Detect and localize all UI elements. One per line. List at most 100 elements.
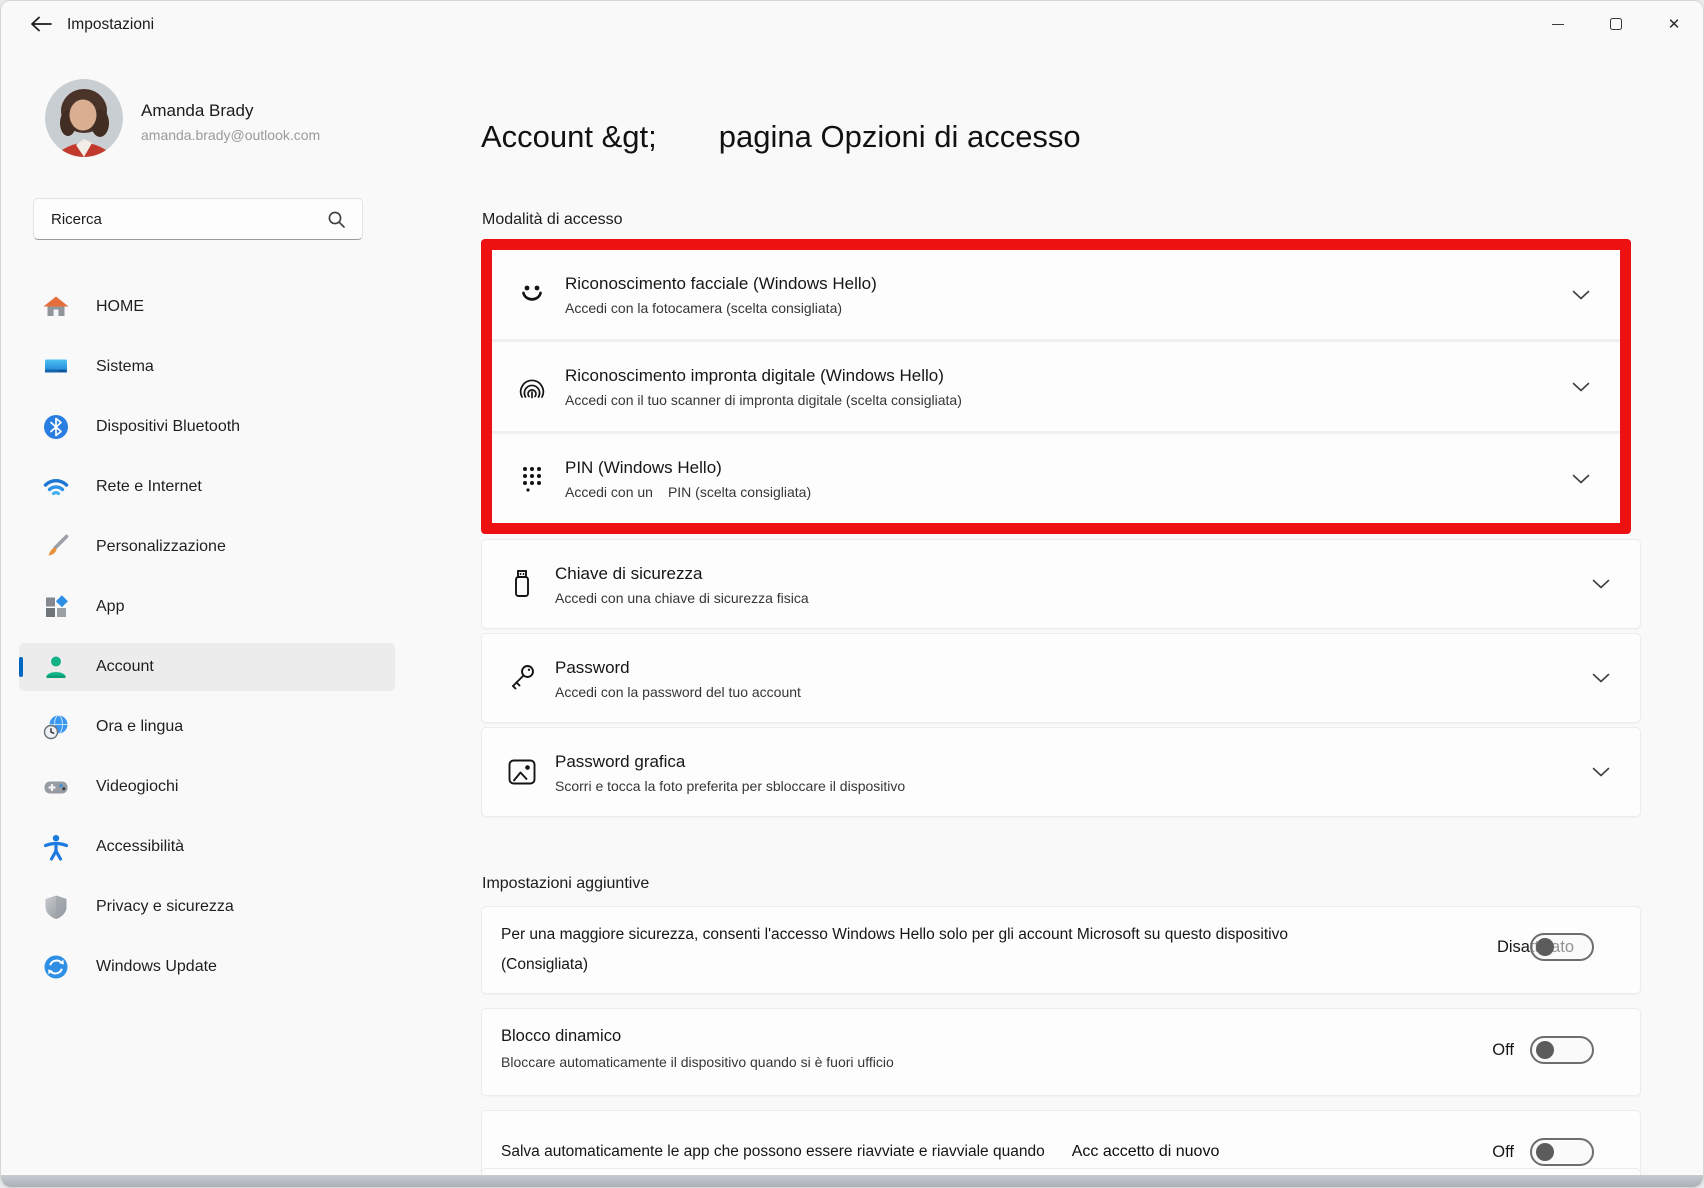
sidebar-item-accessibilita[interactable]: Accessibilità (19, 823, 395, 871)
window-bottom-edge (1, 1175, 1703, 1187)
section-label-aggiuntive: Impostazioni aggiuntive (482, 875, 649, 893)
back-button[interactable] (27, 14, 55, 38)
home-icon (42, 293, 70, 321)
signin-option-fingerprint[interactable]: Riconoscimento impronta digitale (Window… (492, 342, 1620, 431)
setting-dynamic-lock: Blocco dinamico Bloccare automaticamente… (481, 1008, 1641, 1096)
avatar[interactable] (45, 79, 123, 157)
setting-text-2: (Consigliata) (501, 956, 1410, 974)
minimize-button[interactable] (1529, 1, 1587, 47)
sidebar-item-label: Videogiochi (96, 778, 178, 796)
maximize-icon (1610, 18, 1622, 30)
setting-text-2: Acc accetto di nuovo (1072, 1143, 1220, 1160)
option-title: Password grafica (555, 751, 905, 773)
sidebar-item-label: Rete e Internet (96, 478, 202, 496)
toggle-knob (1536, 938, 1554, 956)
chevron-down-icon[interactable] (1592, 673, 1610, 683)
sidebar-item-ora-e-lingua[interactable]: Ora e lingua (19, 703, 395, 751)
windows-update-icon (42, 953, 70, 981)
toggle-label: Off (1492, 1041, 1514, 1060)
signin-option-face[interactable]: Riconoscimento facciale (Windows Hello) … (492, 250, 1620, 339)
privacy-icon (42, 893, 70, 921)
apps-icon (42, 593, 70, 621)
sidebar-item-bluetooth[interactable]: Dispositivi Bluetooth (19, 403, 395, 451)
face-icon (513, 276, 551, 314)
sidebar-item-app[interactable]: App (19, 583, 395, 631)
option-subtitle-2: PIN (scelta consigliata) (668, 484, 811, 500)
search-input[interactable] (34, 199, 362, 239)
picture-password-icon (503, 753, 541, 791)
search-icon (327, 210, 346, 234)
chevron-down-icon[interactable] (1572, 382, 1590, 392)
titlebar: Impostazioni ✕ (1, 1, 1703, 49)
personalization-icon (42, 533, 70, 561)
chevron-down-icon[interactable] (1572, 290, 1590, 300)
sidebar-item-rete[interactable]: Rete e Internet (19, 463, 395, 511)
dynamic-lock-toggle[interactable] (1530, 1036, 1594, 1064)
sidebar-item-label: Sistema (96, 358, 154, 376)
minimize-icon (1552, 24, 1564, 25)
network-icon (42, 473, 70, 501)
sidebar-item-label: Ora e lingua (96, 718, 183, 736)
sidebar-item-home[interactable]: HOME (19, 283, 395, 331)
system-icon (42, 353, 70, 381)
profile-email: amanda.brady@outlook.com (141, 127, 320, 143)
sidebar-item-videogiochi[interactable]: Videogiochi (19, 763, 395, 811)
toggle-knob (1536, 1143, 1554, 1161)
gaming-icon (42, 773, 70, 801)
bluetooth-icon (42, 413, 70, 441)
signin-option-picture-password[interactable]: Password grafica Scorri e tocca la foto … (481, 727, 1641, 817)
selected-indicator (19, 657, 23, 677)
sidebar-item-label: Windows Update (96, 958, 217, 976)
window-title: Impostazioni (67, 16, 154, 34)
page-title: Account &gt; pagina Opzioni di accesso (481, 119, 1081, 155)
option-title: Chiave di sicurezza (555, 563, 809, 585)
sidebar-item-personalizzazione[interactable]: Personalizzazione (19, 523, 395, 571)
close-button[interactable]: ✕ (1645, 1, 1703, 47)
settings-window: Impostazioni ✕ Amanda Brady amanda.brady… (0, 0, 1704, 1188)
option-title: Riconoscimento facciale (Windows Hello) (565, 273, 877, 295)
sidebar-item-label: Privacy e sicurezza (96, 898, 234, 916)
chevron-down-icon[interactable] (1572, 474, 1590, 484)
section-label-modalita: Modalità di accesso (482, 211, 623, 229)
sidebar-item-account[interactable]: Account (19, 643, 395, 691)
breadcrumb: Account &gt; (481, 119, 657, 155)
sidebar-item-privacy[interactable]: Privacy e sicurezza (19, 883, 395, 931)
chevron-down-icon[interactable] (1592, 579, 1610, 589)
pin-icon (513, 460, 551, 498)
maximize-button[interactable] (1587, 1, 1645, 47)
sidebar-item-label: Dispositivi Bluetooth (96, 418, 240, 436)
search-box (33, 198, 363, 240)
highlight-annotation: Riconoscimento facciale (Windows Hello) … (481, 239, 1631, 534)
page-title-text: pagina Opzioni di accesso (719, 119, 1081, 155)
signin-option-security-key[interactable]: Chiave di sicurezza Accedi con una chiav… (481, 539, 1641, 629)
signin-option-pin[interactable]: PIN (Windows Hello) Accedi con un PIN (sc… (492, 434, 1620, 523)
fingerprint-icon (513, 368, 551, 406)
setting-title: Blocco dinamico (501, 1027, 1410, 1046)
option-subtitle: Accedi con una chiave di sicurezza fisic… (555, 590, 809, 606)
option-subtitle: Accedi con un (565, 484, 653, 500)
toggle-knob (1536, 1041, 1554, 1059)
toggle-label: Off (1492, 1143, 1514, 1162)
setting-text: Per una maggiore sicurezza, consenti l'a… (501, 925, 1410, 945)
option-subtitle: Accedi con la password del tuo account (555, 684, 801, 700)
sidebar-nav: HOME Sistema Dispositivi Bluetooth (19, 283, 395, 1003)
back-arrow-icon (30, 16, 52, 37)
sidebar-item-sistema[interactable]: Sistema (19, 343, 395, 391)
option-title: Password (555, 657, 801, 679)
sidebar-item-windows-update[interactable]: Windows Update (19, 943, 395, 991)
accessibility-icon (42, 833, 70, 861)
hello-only-msa-toggle[interactable] (1530, 933, 1594, 961)
option-title: Riconoscimento impronta digitale (Window… (565, 365, 962, 387)
main-content: Account &gt; pagina Opzioni di accesso M… (481, 49, 1641, 1187)
chevron-down-icon[interactable] (1592, 767, 1610, 777)
sidebar-item-label: HOME (96, 298, 144, 316)
sidebar-item-label: Accessibilità (96, 838, 184, 856)
time-language-icon (42, 713, 70, 741)
option-subtitle: Scorri e tocca la foto preferita per sbl… (555, 778, 905, 794)
option-title: PIN (Windows Hello) (565, 457, 811, 479)
restartable-apps-toggle[interactable] (1530, 1138, 1594, 1166)
setting-subtitle: Bloccare automaticamente il dispositivo … (501, 1054, 1410, 1070)
setting-text: Salva automaticamente le app che possono… (501, 1143, 1045, 1160)
sidebar-item-label: App (96, 598, 124, 616)
signin-option-password[interactable]: Password Accedi con la password del tuo … (481, 633, 1641, 723)
